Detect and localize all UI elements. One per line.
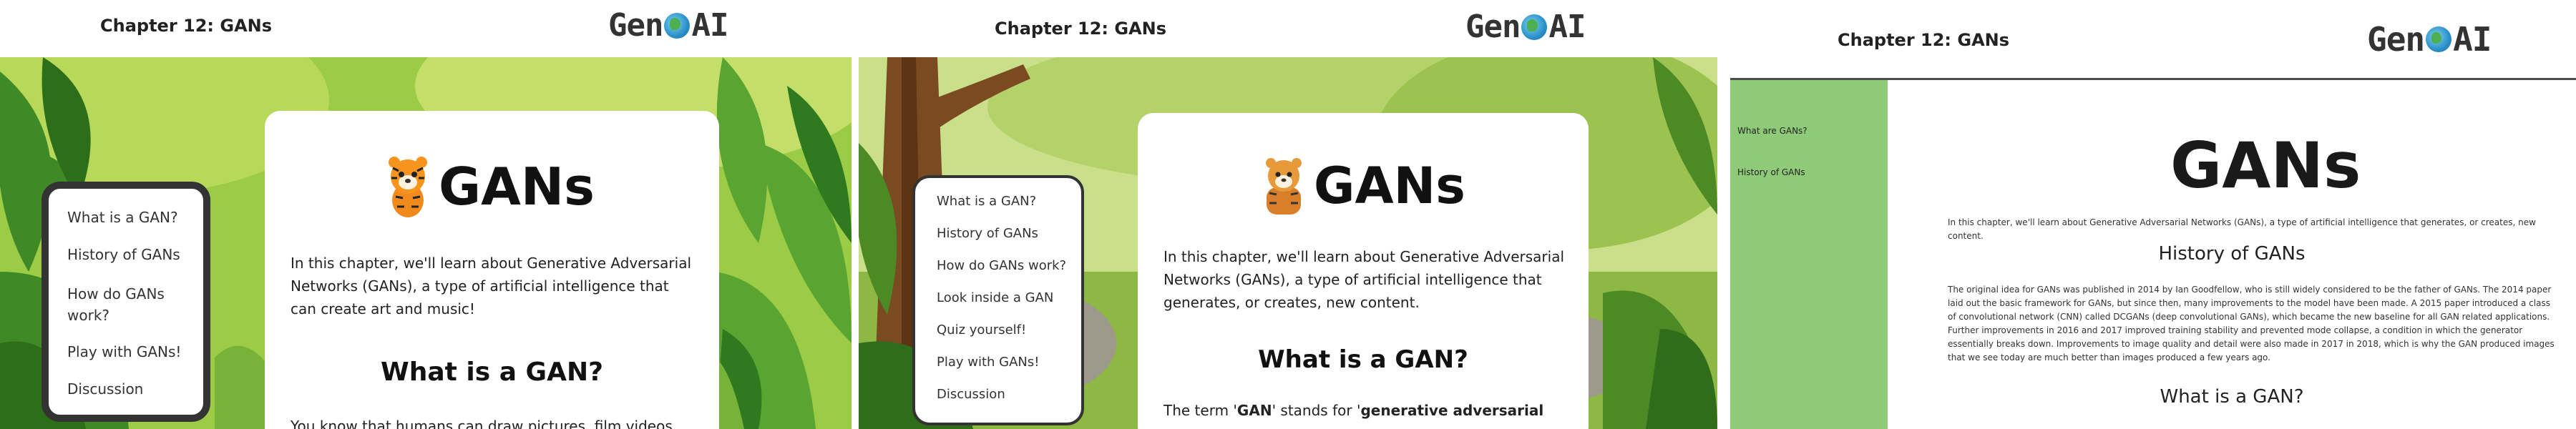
screenshot-panel-2: Chapter 12: GANs Gen AI GANs In this cha… [859,0,1717,429]
body-paragraph: The term 'GAN' stands for 'generative ad… [1163,399,1571,422]
title-text: GANs [439,157,595,217]
content-card: GANs In this chapter, we'll learn about … [265,111,719,429]
content-card: GANs In this chapter, we'll learn about … [1138,113,1589,429]
chapter-nav-menu: What is a GAN? History of GANs How do GA… [912,175,1084,425]
title-text: GANs [1314,157,1465,215]
globe-icon [1521,14,1548,40]
intro-paragraph: In this chapter, we'll learn about Gener… [1163,248,1565,311]
history-heading: History of GANs [2158,243,2306,265]
section-heading: What is a GAN? [1258,345,1468,374]
logo-text-gen: Gen [2367,20,2425,59]
body-text-start: The term ' [1163,402,1237,419]
chapter-label: Chapter 12: GANs [1838,30,2010,50]
tiger-icon [1259,156,1308,216]
section-heading: What is a GAN? [381,358,603,387]
nav-item-what-is-gan[interactable]: What is a GAN? [67,209,178,226]
header-bar: Chapter 12: GANs Gen AI [0,0,852,57]
genai-logo[interactable]: Gen AI [608,7,728,44]
nav-item-play[interactable]: Play with GANs! [67,343,181,360]
nav-item-history[interactable]: History of GANs [67,246,180,263]
nav-item-how-gans-work[interactable]: How do GANs work? [67,283,182,326]
history-paragraph: The original idea for GANs was published… [1948,285,2555,363]
jungle-background: GANs In this chapter, we'll learn about … [0,57,852,429]
screenshot-panel-3: Chapter 12: GANs Gen AI What are GANs? H… [1730,0,2576,429]
logo-text-gen: Gen [1465,9,1521,45]
nav-item-quiz[interactable]: Quiz yourself! [937,322,1026,337]
chapter-label: Chapter 12: GANs [100,16,273,36]
nav-item-history[interactable]: History of GANs [937,226,1038,241]
sidebar-item-what-are-gans[interactable]: What are GANs? [1737,126,1807,136]
genai-logo[interactable]: Gen AI [2367,20,2492,59]
nav-item-how-gans-work[interactable]: How do GANs work? [937,258,1066,273]
chapter-label: Chapter 12: GANs [995,19,1167,39]
screenshot-panel-1: Chapter 12: GANs Gen AI GANs In this cha… [0,0,852,429]
globe-icon [664,12,691,39]
genai-logo[interactable]: Gen AI [1465,9,1586,45]
page-title: GANs [2170,129,2361,202]
body-text-mid: ' stands for ' [1272,402,1361,419]
intro-paragraph: In this chapter, we'll learn about Gener… [291,255,692,317]
logo-text-ai: AI [2453,20,2492,59]
chapter-nav-menu: What is a GAN? History of GANs How do GA… [42,182,210,422]
jungle-background: GANs In this chapter, we'll learn about … [859,57,1717,429]
header-bar: Chapter 12: GANs Gen AI [859,0,1717,57]
page-title: GANs [1259,156,1465,216]
intro-paragraph: In this chapter, we'll learn about Gener… [1948,217,2536,241]
nav-item-play[interactable]: Play with GANs! [937,355,1040,370]
body-text-gan: GAN [1236,402,1272,419]
logo-text-gen: Gen [608,7,663,44]
sidebar: What are GANs? History of GANs [1730,80,1888,429]
logo-text-ai: AI [691,7,728,44]
globe-icon [2426,26,2452,52]
body-text-bold: generative adversarial [1360,402,1544,419]
logo-text-ai: AI [1548,9,1586,45]
body-paragraph: You know that humans can draw pictures, … [291,418,678,429]
sidebar-item-history[interactable]: History of GANs [1737,167,1805,177]
header-bar: Chapter 12: GANs Gen AI [1730,0,2576,80]
nav-item-what-is-gan[interactable]: What is a GAN? [937,194,1036,209]
page-title: GANs [383,154,595,220]
nav-item-look-inside[interactable]: Look inside a GAN [937,290,1053,305]
nav-item-discussion[interactable]: Discussion [937,387,1005,402]
section-heading: What is a GAN? [2160,386,2304,408]
nav-item-discussion[interactable]: Discussion [67,380,143,398]
tiger-icon [383,154,433,220]
